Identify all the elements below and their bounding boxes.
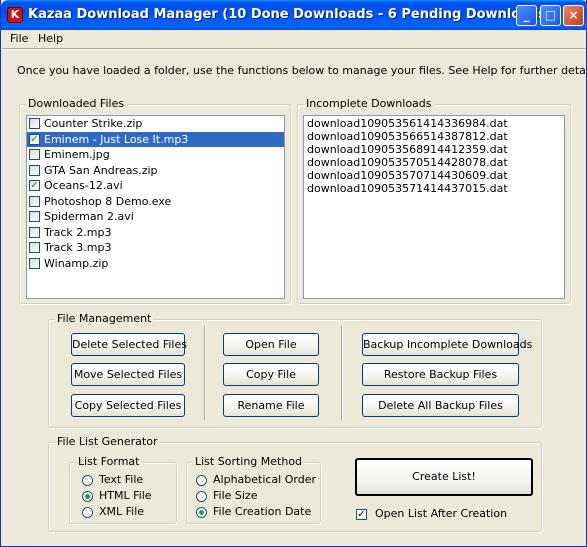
incomplete-downloads-label: Incomplete Downloads xyxy=(304,97,434,110)
file-checkbox[interactable] xyxy=(29,195,40,207)
restore-backup-files-button[interactable]: Restore Backup Files xyxy=(362,363,519,386)
file-checkbox[interactable] xyxy=(29,149,40,160)
file-management-separator-2 xyxy=(341,326,343,420)
open-after-creation-label: Open List After Creation xyxy=(375,507,508,520)
file-name: Counter Strike.zip xyxy=(44,117,143,130)
downloaded-file-item[interactable]: ✓ Eminem - Just Lose It.mp3 xyxy=(27,131,284,147)
file-name: Oceans-12.avi xyxy=(44,179,123,192)
create-list-button[interactable]: Create List! xyxy=(355,458,533,496)
rename-file-button[interactable]: Rename File xyxy=(223,394,319,417)
file-checkbox[interactable] xyxy=(29,226,40,238)
file-checkbox[interactable]: ✓ xyxy=(29,133,40,145)
open-after-creation-checkbox[interactable]: ✓ Open List After Creation xyxy=(356,507,507,520)
file-management-label: File Management xyxy=(55,312,154,325)
delete-selected-files-button[interactable]: Delete Selected Files xyxy=(71,333,187,356)
menu-bar: File Help xyxy=(2,30,586,48)
file-checkbox[interactable] xyxy=(29,118,40,129)
file-name: Track 2.mp3 xyxy=(44,225,112,239)
checkbox-box[interactable]: ✓ xyxy=(356,508,367,520)
file-name: Photoshop 8 Demo.exe xyxy=(44,194,172,208)
maximize-button[interactable]: □ xyxy=(540,5,561,26)
kazaa-app-icon: K xyxy=(7,7,23,23)
menu-help[interactable]: Help xyxy=(38,32,63,45)
radio-label: Text File xyxy=(99,473,144,486)
downloaded-file-item[interactable]: Spiderman 2.avi xyxy=(27,209,284,225)
downloaded-file-item[interactable]: Eminem.jpg xyxy=(27,147,284,163)
radio-button[interactable] xyxy=(196,474,207,486)
radio-option[interactable]: File Creation Date xyxy=(196,505,311,518)
radio-option[interactable]: HTML File xyxy=(82,489,152,502)
intro-text: Once you have loaded a folder, use the f… xyxy=(17,64,587,77)
backup-incomplete-downloads-button[interactable]: Backup Incomplete Downloads xyxy=(362,333,532,356)
incomplete-download-item[interactable]: download109053561414336984.dat xyxy=(304,117,564,130)
file-name: Spiderman 2.avi xyxy=(44,210,134,223)
downloaded-file-item[interactable]: ✓ Oceans-12.avi xyxy=(27,178,284,194)
radio-button[interactable] xyxy=(82,474,93,486)
radio-button[interactable] xyxy=(82,490,93,502)
file-checkbox[interactable] xyxy=(29,242,40,253)
downloaded-file-item[interactable]: Counter Strike.zip xyxy=(27,116,284,132)
file-checkbox[interactable] xyxy=(29,257,40,269)
list-sorting-label: List Sorting Method xyxy=(193,455,305,468)
radio-label: XML File xyxy=(99,505,145,518)
incomplete-download-item[interactable]: download109053570714430609.dat xyxy=(304,169,564,182)
radio-label: File Size xyxy=(213,489,258,502)
open-file-button[interactable]: Open File xyxy=(223,333,319,356)
radio-option[interactable]: Text File xyxy=(82,473,143,486)
delete-all-backup-files-button[interactable]: Delete All Backup Files xyxy=(362,394,519,417)
menu-file[interactable]: File xyxy=(10,32,28,45)
menu-separator xyxy=(2,48,586,50)
radio-label: File Creation Date xyxy=(213,505,312,518)
window-title: Kazaa Download Manager (10 Done Download… xyxy=(28,7,552,22)
copy-selected-files-button[interactable]: Copy Selected Files xyxy=(71,394,185,417)
file-name: GTA San Andreas.zip xyxy=(44,163,158,177)
move-selected-files-button[interactable]: Move Selected Files xyxy=(71,363,185,386)
file-name: Eminem.jpg xyxy=(44,148,110,161)
file-name: Winamp.zip xyxy=(44,256,109,270)
downloaded-file-item[interactable]: Photoshop 8 Demo.exe xyxy=(27,194,284,210)
downloaded-file-item[interactable]: Track 2.mp3 xyxy=(27,225,284,241)
copy-file-button[interactable]: Copy File xyxy=(223,363,319,386)
incomplete-download-item[interactable]: download109053570514428078.dat xyxy=(304,156,564,169)
radio-option[interactable]: File Size xyxy=(196,489,257,502)
downloaded-files-list[interactable]: Counter Strike.zip ✓ Eminem - Just Lose It… xyxy=(26,115,285,299)
incomplete-download-item[interactable]: download109053568914412359.dat xyxy=(304,143,564,156)
file-checkbox[interactable]: ✓ xyxy=(29,180,40,191)
file-checkbox[interactable] xyxy=(29,211,40,222)
incomplete-downloads-list[interactable]: download109053561414336984.dat download10… xyxy=(303,115,565,299)
app-window: K Kazaa Download Manager (10 Done Downlo… xyxy=(0,0,587,547)
radio-option[interactable]: XML File xyxy=(82,505,144,518)
radio-label: Alphabetical Order xyxy=(213,473,316,486)
file-list-generator-label: File List Generator xyxy=(55,435,160,448)
radio-button[interactable] xyxy=(196,506,207,518)
downloaded-file-item[interactable]: Winamp.zip xyxy=(27,256,284,272)
radio-label: HTML File xyxy=(99,489,152,502)
downloaded-file-item[interactable]: GTA San Andreas.zip xyxy=(27,163,284,179)
incomplete-download-item[interactable]: download109053571414437015.dat xyxy=(304,182,564,195)
file-name: Eminem - Just Lose It.mp3 xyxy=(44,132,189,146)
list-format-label: List Format xyxy=(76,455,142,468)
minimize-button[interactable]: _ xyxy=(516,5,537,26)
close-button[interactable]: × xyxy=(563,5,584,26)
radio-option[interactable]: Alphabetical Order xyxy=(196,473,316,486)
downloaded-file-item[interactable]: Track 3.mp3 xyxy=(27,240,284,256)
downloaded-files-label: Downloaded Files xyxy=(26,97,127,110)
radio-button[interactable] xyxy=(196,490,207,502)
title-bar[interactable]: K Kazaa Download Manager (10 Done Downlo… xyxy=(1,0,587,30)
file-name: Track 3.mp3 xyxy=(44,241,112,254)
incomplete-download-item[interactable]: download109053566514387812.dat xyxy=(304,130,564,143)
file-management-separator-1 xyxy=(204,326,206,420)
radio-button[interactable] xyxy=(82,506,93,518)
file-checkbox[interactable] xyxy=(29,164,40,176)
